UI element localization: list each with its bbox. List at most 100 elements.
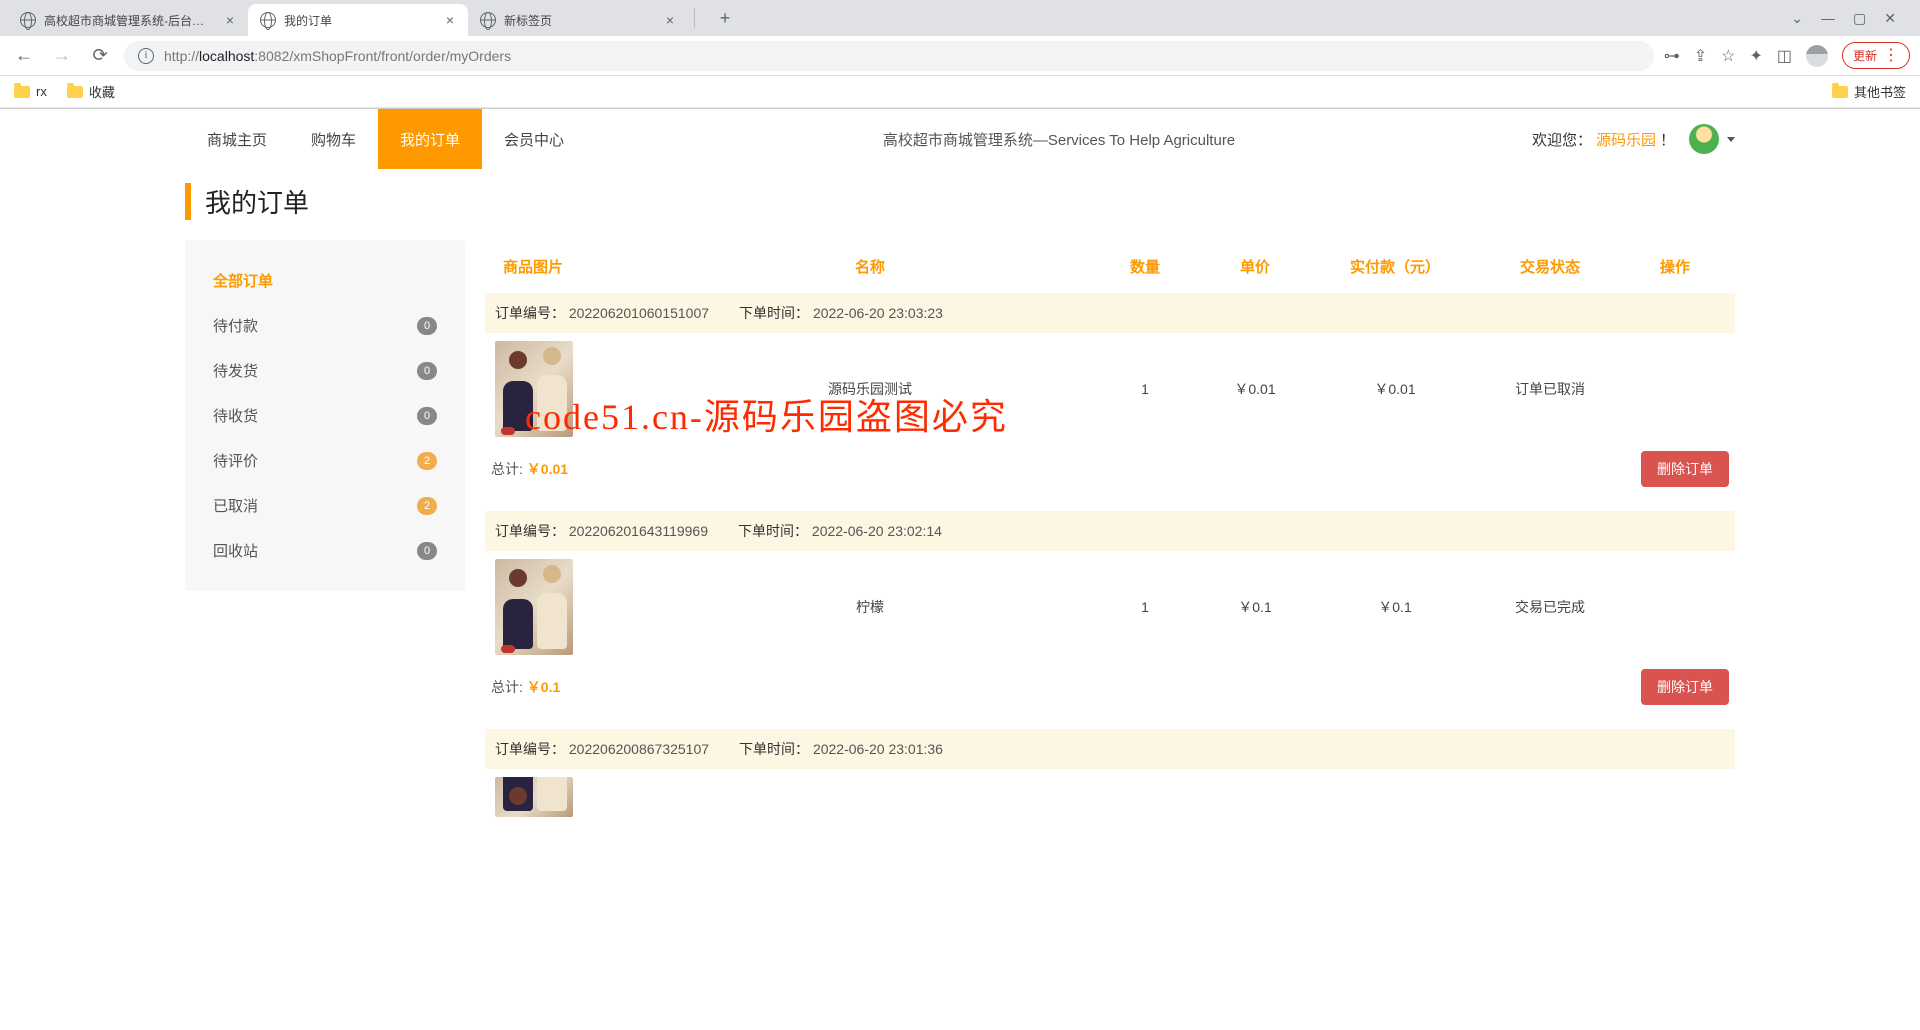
- chevron-down-icon[interactable]: ⌄: [1791, 10, 1803, 27]
- order-status: 交易已完成: [1475, 597, 1625, 617]
- order-time: 2022-06-20 23:02:14: [812, 523, 942, 539]
- user-avatar-icon[interactable]: [1689, 124, 1719, 154]
- site-info-icon[interactable]: i: [138, 48, 154, 64]
- sidebar-item-label: 待收货: [213, 405, 258, 426]
- tab-title: 高校超市商城管理系统-后台管理: [44, 12, 216, 29]
- sidebar-item-recycle[interactable]: 回收站 0: [185, 528, 465, 573]
- username-link[interactable]: 源码乐园: [1596, 129, 1656, 150]
- chevron-down-icon[interactable]: [1727, 137, 1735, 142]
- col-action: 操作: [1625, 256, 1725, 277]
- other-bookmarks[interactable]: 其他书签: [1832, 82, 1906, 101]
- globe-icon: [260, 12, 276, 28]
- browser-tab-1[interactable]: 我的订单 ×: [248, 4, 468, 36]
- extensions-icon[interactable]: ✦: [1749, 46, 1762, 66]
- back-button[interactable]: ←: [10, 42, 38, 70]
- product-image[interactable]: [495, 341, 573, 437]
- total-label: 总计:: [491, 679, 523, 695]
- browser-tab-0[interactable]: 高校超市商城管理系统-后台管理 ×: [8, 4, 248, 36]
- order-time: 2022-06-20 23:01:36: [813, 741, 943, 757]
- order-no-label: 订单编号：: [495, 741, 565, 757]
- address-bar: ← → ⟳ i http://localhost:8082/xmShopFron…: [0, 36, 1920, 76]
- close-window-icon[interactable]: ✕: [1884, 10, 1896, 27]
- count-badge: 0: [417, 542, 437, 560]
- maximize-icon[interactable]: ▢: [1853, 10, 1866, 27]
- product-image[interactable]: [495, 777, 573, 817]
- product-name: 源码乐园测试: [645, 379, 1095, 399]
- welcome-prefix: 欢迎您：: [1532, 129, 1592, 150]
- delete-order-button[interactable]: 删除订单: [1641, 669, 1729, 705]
- order-meta: 订单编号： 202206201060151007 下单时间： 2022-06-2…: [485, 293, 1735, 333]
- order-row: 柠檬 1 ￥0.1 ￥0.1 交易已完成: [485, 551, 1735, 655]
- tab-title: 我的订单: [284, 12, 436, 29]
- update-button[interactable]: 更新 ⋮: [1842, 42, 1910, 69]
- welcome-suffix: ！: [1660, 129, 1675, 150]
- globe-icon: [480, 12, 496, 28]
- address-bar-right: ⊶ ⇪ ☆ ✦ ◫ 更新 ⋮: [1664, 42, 1910, 69]
- update-label: 更新: [1853, 47, 1877, 64]
- tab-separator: [694, 8, 695, 28]
- count-badge: 0: [417, 407, 437, 425]
- kebab-icon: ⋮: [1883, 48, 1899, 64]
- nav-item-home[interactable]: 商城主页: [185, 109, 289, 169]
- sidebar-item-pending-ship[interactable]: 待发货 0: [185, 348, 465, 393]
- nav-item-orders[interactable]: 我的订单: [378, 109, 482, 169]
- bookmark-item-favorites[interactable]: 收藏: [67, 82, 115, 101]
- col-name: 名称: [645, 256, 1095, 277]
- total-amount: ￥0.1: [527, 679, 560, 695]
- new-tab-button[interactable]: +: [711, 4, 739, 32]
- url-input[interactable]: i http://localhost:8082/xmShopFront/fron…: [124, 41, 1654, 71]
- delete-order-button[interactable]: 删除订单: [1641, 451, 1729, 487]
- tab-bar: 高校超市商城管理系统-后台管理 × 我的订单 × 新标签页 × + ⌄ — ▢ …: [0, 0, 1920, 36]
- forward-button[interactable]: →: [48, 42, 76, 70]
- profile-avatar-icon[interactable]: [1806, 45, 1828, 67]
- minimize-icon[interactable]: —: [1821, 10, 1835, 27]
- browser-chrome: 高校超市商城管理系统-后台管理 × 我的订单 × 新标签页 × + ⌄ — ▢ …: [0, 0, 1920, 109]
- bookmark-item-rx[interactable]: rx: [14, 84, 47, 99]
- sidebar-item-cancelled[interactable]: 已取消 2: [185, 483, 465, 528]
- bookmark-label: 收藏: [89, 82, 115, 101]
- share-icon[interactable]: ⇪: [1694, 46, 1707, 66]
- close-icon[interactable]: ×: [664, 12, 676, 28]
- sidebar-item-label: 待付款: [213, 315, 258, 336]
- order-row: 源码乐园测试 1 ￥0.01 ￥0.01 订单已取消: [485, 333, 1735, 437]
- product-unit-price: ￥0.01: [1195, 379, 1315, 399]
- key-icon[interactable]: ⊶: [1664, 46, 1680, 66]
- order-row: [485, 769, 1735, 817]
- total-amount: ￥0.01: [527, 461, 568, 477]
- browser-tab-2[interactable]: 新标签页 ×: [468, 4, 688, 36]
- sidebar-item-label: 回收站: [213, 540, 258, 561]
- reload-button[interactable]: ⟳: [86, 42, 114, 70]
- sidebar-item-label: 待发货: [213, 360, 258, 381]
- folder-icon: [67, 86, 83, 98]
- sidebar-item-pending-review[interactable]: 待评价 2: [185, 438, 465, 483]
- order-meta: 订单编号： 202206200867325107 下单时间： 2022-06-2…: [485, 729, 1735, 769]
- order-no: 202206201643119969: [569, 523, 708, 539]
- page-title-wrap: 我的订单: [0, 169, 1920, 240]
- total-label: 总计:: [491, 461, 523, 477]
- order-no: 202206200867325107: [569, 741, 709, 757]
- product-paid: ￥0.1: [1315, 597, 1475, 617]
- order-time-label: 下单时间：: [738, 523, 808, 539]
- close-icon[interactable]: ×: [224, 12, 236, 28]
- order-time: 2022-06-20 23:03:23: [813, 305, 943, 321]
- sidebar-item-label: 全部订单: [213, 270, 273, 291]
- sidebar-item-all[interactable]: 全部订单: [185, 258, 465, 303]
- star-icon[interactable]: ☆: [1721, 46, 1735, 66]
- bookmark-label: rx: [36, 84, 47, 99]
- product-paid: ￥0.01: [1315, 379, 1475, 399]
- close-icon[interactable]: ×: [444, 12, 456, 28]
- globe-icon: [20, 12, 36, 28]
- nav-item-cart[interactable]: 购物车: [289, 109, 378, 169]
- sidebar-item-pending-pay[interactable]: 待付款 0: [185, 303, 465, 348]
- sidebar-item-pending-receive[interactable]: 待收货 0: [185, 393, 465, 438]
- sidebar-item-label: 已取消: [213, 495, 258, 516]
- order-block: 订单编号： 202206201643119969 下单时间： 2022-06-2…: [485, 511, 1735, 705]
- count-badge: 2: [417, 497, 437, 515]
- order-total-row: 总计: ￥0.01 删除订单: [485, 437, 1735, 487]
- product-image[interactable]: [495, 559, 573, 655]
- count-badge: 0: [417, 362, 437, 380]
- order-block: 订单编号： 202206200867325107 下单时间： 2022-06-2…: [485, 729, 1735, 817]
- side-panel-icon[interactable]: ◫: [1777, 46, 1792, 66]
- user-area: 欢迎您： 源码乐园 ！: [1532, 109, 1735, 169]
- nav-item-member[interactable]: 会员中心: [482, 109, 586, 169]
